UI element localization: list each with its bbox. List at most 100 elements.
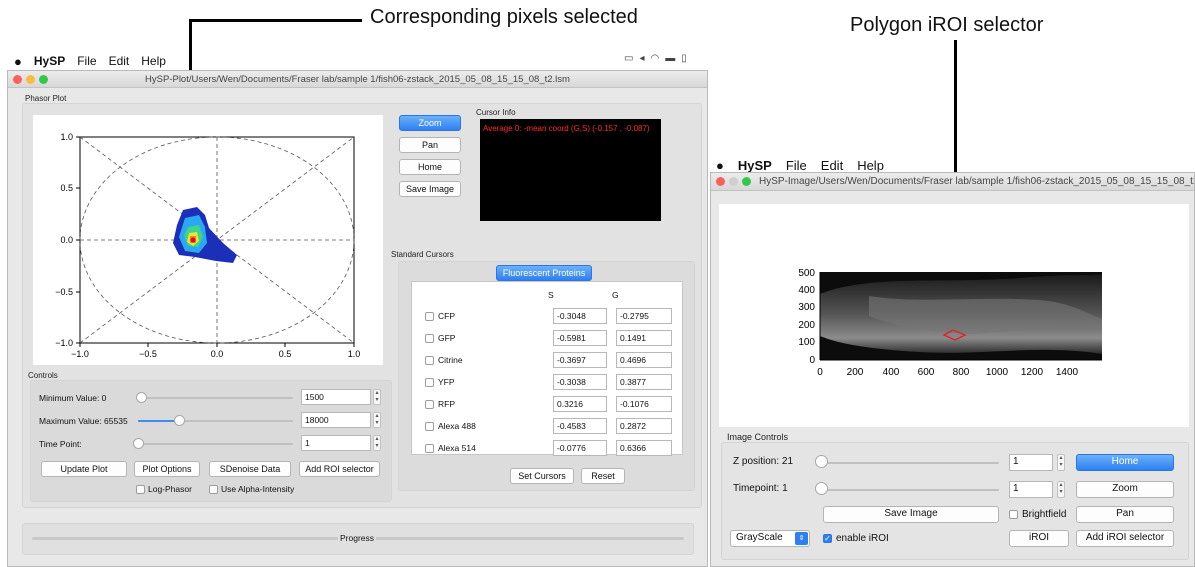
z-position-stepper[interactable]: ▴ ▾: [1057, 454, 1065, 471]
y-tick-label: 0: [809, 355, 815, 366]
y-tick-label: 200: [798, 320, 815, 331]
cursor-s-field[interactable]: -0.3697: [553, 352, 607, 368]
min-value-slider-handle[interactable]: [135, 392, 147, 403]
z-position-label: Z position: 21: [733, 456, 794, 467]
iroi-button[interactable]: iROI: [1009, 530, 1069, 547]
menu-file[interactable]: File: [786, 158, 807, 173]
cursor-s-field[interactable]: -0.3038: [553, 374, 607, 390]
min-value-slider[interactable]: [138, 397, 293, 399]
cursor-s-field[interactable]: -0.5981: [553, 330, 607, 346]
timepoint-stepper[interactable]: ▴ ▾: [1057, 481, 1065, 498]
tab-fluorescent-proteins[interactable]: Fluorescent Proteins: [496, 265, 592, 281]
close-icon[interactable]: [13, 75, 22, 84]
timepoint-slider-handle[interactable]: [814, 482, 828, 495]
z-position-slider-handle[interactable]: [814, 455, 828, 468]
cursor-checkbox[interactable]: [425, 400, 434, 409]
col-header-g: G: [612, 290, 619, 300]
home-button[interactable]: Home: [399, 159, 461, 175]
cursor-checkbox[interactable]: [425, 334, 434, 343]
cursor-checkbox[interactable]: [425, 356, 434, 365]
cursor-g-field[interactable]: -0.2795: [616, 308, 672, 324]
colormap-select[interactable]: GrayScale ⇕: [730, 530, 810, 547]
y-tick-label: −1.0: [55, 338, 73, 348]
menu-help[interactable]: Help: [857, 158, 884, 173]
menu-edit[interactable]: Edit: [109, 54, 130, 68]
reset-button[interactable]: Reset: [581, 468, 625, 484]
menu-app-name[interactable]: HySP: [738, 158, 772, 173]
timepoint-field[interactable]: 1: [1009, 481, 1053, 498]
max-value-stepper[interactable]: ▴ ▾: [373, 412, 381, 428]
callout-polygon: Polygon iROI selector: [850, 14, 1044, 36]
add-roi-selector-button[interactable]: Add ROI selector: [299, 461, 380, 477]
set-cursors-button[interactable]: Set Cursors: [510, 468, 574, 484]
save-image-button[interactable]: Save Image: [823, 506, 999, 523]
cursor-g-field[interactable]: 0.4696: [616, 352, 672, 368]
menu-help[interactable]: Help: [141, 54, 166, 68]
time-point-stepper[interactable]: ▴ ▾: [373, 435, 381, 451]
pan-button[interactable]: Pan: [399, 137, 461, 153]
max-value-slider[interactable]: [138, 420, 293, 422]
time-point-slider-handle[interactable]: [132, 438, 144, 449]
pan-button[interactable]: Pan: [1076, 506, 1174, 523]
phasor-svg: −1.0 −0.5 0.0 0.5 1.0 1.0 0.5 0.0 −0.5 −…: [55, 132, 360, 359]
cursor-s-field[interactable]: -0.3048: [553, 308, 607, 324]
phasor-plot[interactable]: −1.0 −0.5 0.0 0.5 1.0 1.0 0.5 0.0 −0.5 −…: [33, 115, 383, 365]
cursor-s-field[interactable]: -0.0776: [553, 440, 607, 456]
maximize-icon[interactable]: [742, 177, 751, 186]
cursor-name: Citrine: [438, 355, 463, 365]
update-plot-button[interactable]: Update Plot: [41, 461, 127, 477]
plot-options-button[interactable]: Plot Options: [134, 461, 200, 477]
min-value-stepper[interactable]: ▴ ▾: [373, 389, 381, 405]
menubar-left: ● HySP File Edit Help: [8, 52, 708, 70]
alpha-intensity-checkbox[interactable]: [209, 485, 218, 494]
cursor-checkbox[interactable]: [425, 422, 434, 431]
cursor-name: GFP: [438, 333, 456, 343]
cursor-g-field[interactable]: 0.2872: [616, 418, 672, 434]
sdenoise-data-button[interactable]: SDenoise Data: [209, 461, 291, 477]
min-value-label: Minimum Value: 0: [39, 393, 107, 403]
cursor-checkbox[interactable]: [425, 444, 434, 453]
cursor-row: CFP -0.3048 -0.2795: [412, 308, 682, 328]
brightfield-checkbox[interactable]: [1009, 510, 1018, 519]
zoom-button[interactable]: Zoom: [399, 115, 461, 131]
time-point-slider[interactable]: [138, 443, 293, 445]
cursor-checkbox[interactable]: [425, 378, 434, 387]
min-value-field[interactable]: 1500: [301, 389, 371, 405]
y-tick-label: 300: [798, 302, 815, 313]
cursor-row: Alexa 514 -0.0776 0.6366: [412, 440, 682, 460]
apple-icon[interactable]: ●: [716, 158, 724, 173]
cursor-g-field[interactable]: 0.3877: [616, 374, 672, 390]
z-position-slider[interactable]: [821, 462, 999, 464]
image-plot[interactable]: 500 400 300 200 100 0 0 200 400 600 800 …: [719, 204, 1189, 427]
cursor-g-field[interactable]: 0.1491: [616, 330, 672, 346]
cursor-checkbox[interactable]: [425, 312, 434, 321]
timepoint-label: Timepoint: 1: [733, 483, 788, 494]
z-position-field[interactable]: 1: [1009, 454, 1053, 471]
minimize-icon[interactable]: [26, 75, 35, 84]
cursor-table: S G CFP -0.3048 -0.2795 GFP -0.5981 0.1491 Cit…: [411, 281, 683, 456]
maximize-icon[interactable]: [39, 75, 48, 84]
brightfield-label: Brightfield: [1022, 509, 1067, 520]
max-value-field[interactable]: 18000: [301, 412, 371, 428]
x-tick-label: 1400: [1056, 367, 1079, 378]
zoom-button[interactable]: Zoom: [1076, 481, 1174, 498]
y-tick-label: 0.5: [60, 183, 73, 193]
menu-edit[interactable]: Edit: [821, 158, 843, 173]
save-image-button[interactable]: Save Image: [399, 181, 461, 197]
log-phasor-checkbox[interactable]: [136, 485, 145, 494]
timepoint-slider[interactable]: [821, 489, 999, 491]
time-point-field[interactable]: 1: [301, 435, 371, 451]
apple-icon[interactable]: ●: [14, 54, 22, 69]
close-icon[interactable]: [716, 177, 725, 186]
log-phasor-label: Log-Phasor: [148, 484, 192, 494]
cursor-g-field[interactable]: 0.6366: [616, 440, 672, 456]
cursor-g-field[interactable]: -0.1076: [616, 396, 672, 412]
cursor-s-field[interactable]: 0.3216: [553, 396, 607, 412]
add-iroi-selector-button[interactable]: Add iROI selector: [1076, 530, 1174, 547]
home-button[interactable]: Home: [1076, 454, 1174, 471]
menu-app-name[interactable]: HySP: [34, 54, 65, 68]
menu-file[interactable]: File: [77, 54, 96, 68]
enable-iroi-checkbox[interactable]: ✓: [823, 534, 832, 543]
cursor-s-field[interactable]: -0.4583: [553, 418, 607, 434]
minimize-icon[interactable]: [729, 177, 738, 186]
